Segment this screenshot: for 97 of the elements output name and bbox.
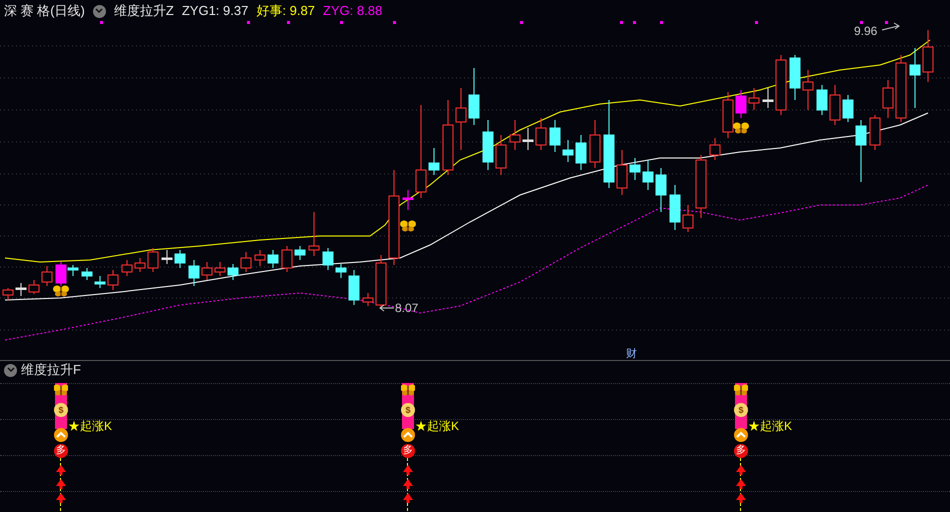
candlestick — [630, 158, 640, 180]
candlestick — [468, 68, 480, 126]
butterfly-icon — [53, 286, 69, 296]
signal-badge: 多 — [734, 444, 748, 458]
candlestick — [456, 88, 466, 150]
chevron-down-icon — [95, 8, 104, 14]
candlestick — [428, 148, 440, 176]
candlestick — [322, 248, 334, 270]
candlestick — [722, 92, 734, 138]
candlestick — [308, 212, 320, 256]
candlestick — [214, 262, 226, 276]
indicator-name: 维度拉升Z — [114, 2, 174, 20]
butterfly-icon — [733, 122, 749, 134]
candlestick — [550, 120, 560, 152]
candlestick — [42, 266, 52, 286]
candlestick — [2, 288, 14, 300]
money-bag-icon: $ — [734, 403, 748, 417]
candlestick — [590, 120, 600, 168]
indicator-name: 维度拉升F — [21, 361, 81, 380]
candlestick — [376, 254, 386, 308]
candlestick — [736, 90, 746, 118]
candlestick — [870, 114, 880, 150]
candlestick — [294, 246, 306, 260]
candlestick — [522, 128, 534, 150]
pointer-arrow — [379, 304, 394, 312]
candlestick — [362, 292, 374, 306]
candlestick — [670, 184, 680, 230]
candlestick — [682, 204, 694, 232]
money-bag-icon: $ — [54, 403, 68, 417]
candlestick — [562, 140, 574, 162]
candlestick — [790, 54, 800, 100]
candlestick — [922, 30, 934, 82]
candlestick — [268, 250, 278, 268]
candlestick — [254, 250, 266, 266]
candlestick — [82, 268, 92, 280]
candlestick — [202, 262, 212, 280]
low-price-label: 8.07 — [395, 301, 418, 315]
butterfly-icon — [734, 384, 748, 396]
candlestick — [842, 94, 854, 122]
candlestick — [576, 134, 586, 170]
candlestick — [108, 270, 118, 290]
candlestick — [28, 280, 40, 294]
candlestick — [762, 88, 774, 108]
indicator-value: 好事: 9.87 — [256, 2, 315, 20]
stock-title: 深 赛 格(日线) — [4, 2, 85, 20]
candlestick — [896, 54, 906, 122]
collapse-button[interactable] — [4, 364, 17, 376]
high-price-label: 9.96 — [854, 24, 878, 38]
candlestick — [616, 150, 628, 196]
candlestick — [882, 80, 894, 118]
butterfly-icon — [400, 220, 416, 232]
candlestick — [402, 190, 414, 210]
candlestick — [696, 154, 706, 218]
candlestick — [148, 248, 158, 272]
candlestick — [830, 84, 840, 126]
candlestick — [748, 88, 760, 110]
candlestick — [16, 282, 26, 296]
signal-label: ★起涨K — [68, 420, 112, 432]
candlestick — [642, 160, 654, 190]
indicator-value: ZYG1: 9.37 — [182, 2, 248, 20]
candlestick — [816, 84, 828, 116]
signal-label: ★起涨K — [415, 420, 460, 432]
chevron-down-icon — [6, 367, 14, 373]
candlestick — [910, 48, 920, 108]
candlestick — [802, 70, 814, 110]
candlestick — [710, 138, 720, 160]
up-chevron-icon — [54, 428, 68, 442]
candlestick — [336, 264, 346, 278]
pointer-arrow — [882, 22, 900, 30]
candlestick — [94, 276, 106, 288]
candlestick — [174, 250, 186, 268]
candlestick — [162, 250, 172, 264]
candlestick — [122, 260, 132, 276]
money-bag-icon: $ — [401, 403, 415, 417]
candlestick — [188, 260, 200, 286]
candlestick — [348, 270, 360, 306]
candlestick — [776, 54, 786, 116]
candlestick — [656, 168, 666, 212]
signal-badge: 多 — [401, 444, 415, 458]
candlestick — [228, 264, 238, 280]
candlestick — [282, 246, 292, 272]
candlestick — [496, 134, 506, 176]
indicator-value: ZYG: 8.88 — [322, 2, 382, 20]
signal-label: ★起涨K — [748, 420, 792, 432]
candlestick — [134, 258, 146, 272]
collapse-button[interactable] — [92, 4, 106, 18]
candlestick — [856, 120, 866, 182]
butterfly-icon — [54, 384, 68, 396]
candlestick — [510, 120, 520, 150]
candlestick — [536, 118, 546, 150]
butterfly-icon — [401, 384, 415, 396]
candlestick — [482, 120, 494, 170]
candlestick — [240, 252, 252, 272]
signal-badge: 多 — [54, 444, 68, 458]
up-chevron-icon — [734, 428, 748, 442]
finance-marker: 财 — [626, 348, 637, 360]
up-chevron-icon — [401, 428, 415, 442]
